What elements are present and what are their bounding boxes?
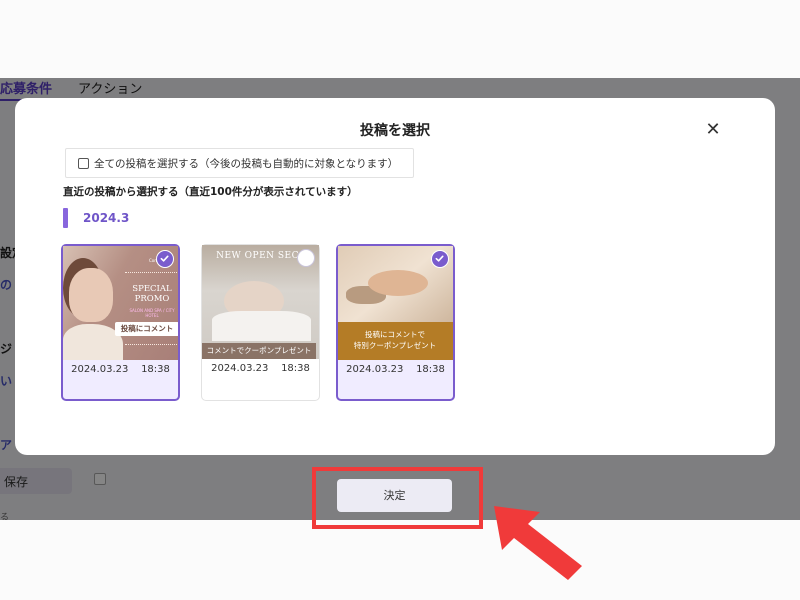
screen: 応募条件 アクション 設定 の ジ い ア 保存 る 投稿を選択 ✕ 全ての投稿… <box>0 0 800 600</box>
unselected-check-icon[interactable] <box>297 249 315 267</box>
thumbnail-text: SALON AND SPA / CITY HOTEL <box>129 308 175 318</box>
selected-check-icon[interactable] <box>431 250 449 268</box>
post-date: 2024.03.23 18:38 <box>71 364 170 375</box>
post-card[interactable]: Company SPECIAL PROMO SALON AND SPA / CI… <box>61 244 180 401</box>
thumbnail-text: SPECIAL PROMO <box>132 284 172 304</box>
post-card[interactable]: NEW OPEN SECO コメントでクーポンプレゼント 2024.03.23 … <box>201 244 320 401</box>
selected-check-icon[interactable] <box>156 250 174 268</box>
post-date: 2024.03.23 18:38 <box>346 364 445 375</box>
close-icon[interactable]: ✕ <box>703 120 723 140</box>
month-marker <box>63 208 68 228</box>
arrow-annotation-icon <box>494 506 582 580</box>
post-thumbnail: NEW OPEN SECO コメントでクーポンプレゼント <box>202 245 319 359</box>
dialog-title: 投稿を選択 <box>360 123 430 139</box>
post-select-dialog: 投稿を選択 ✕ 全ての投稿を選択する（今後の投稿も自動的に対象となります） 直近… <box>15 98 775 455</box>
select-all-checkbox[interactable] <box>78 158 89 169</box>
month-label: 2024.3 <box>83 211 130 225</box>
highlight-annotation <box>312 467 483 529</box>
post-thumbnail: 投稿にコメントで 特別クーポンプレゼント <box>338 246 453 360</box>
post-card[interactable]: 投稿にコメントで 特別クーポンプレゼント 2024.03.23 18:38 <box>336 244 455 401</box>
section-heading: 直近の投稿から選択する（直近100件分が表示されています） <box>63 186 358 198</box>
select-all-label: 全ての投稿を選択する（今後の投稿も自動的に対象となります） <box>94 158 399 170</box>
post-date: 2024.03.23 18:38 <box>211 363 310 374</box>
thumbnail-text: コメントでクーポンプレゼント <box>202 343 316 359</box>
thumbnail-text: 投稿にコメント <box>115 322 178 336</box>
thumbnail-text: 投稿にコメントで 特別クーポンプレゼント <box>353 330 437 350</box>
select-all-checkbox-row[interactable]: 全ての投稿を選択する（今後の投稿も自動的に対象となります） <box>65 148 414 178</box>
post-thumbnail: Company SPECIAL PROMO SALON AND SPA / CI… <box>63 246 178 360</box>
